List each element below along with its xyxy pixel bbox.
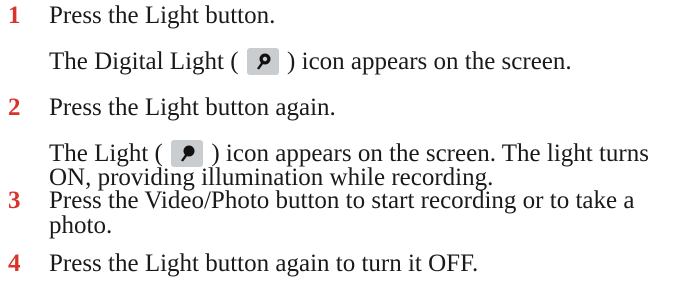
step-text: Press the Light button again.: [49, 94, 336, 121]
step-number: 4: [8, 250, 21, 277]
step-number: 2: [8, 94, 21, 121]
note-text-after: ) icon appears on the screen.: [287, 48, 572, 75]
step-text: Press the Video/Photo button to start re…: [49, 187, 635, 214]
step-note: The Digital Light ( ) icon appears on th…: [49, 47, 572, 77]
digital-light-icon: [246, 48, 279, 75]
step-number: 3: [8, 187, 21, 214]
step-text: Press the Light button.: [49, 2, 276, 29]
step-number: 1: [8, 2, 21, 29]
step-text: Press the Light button again to turn it …: [49, 250, 479, 277]
note-text-before: The Digital Light (: [49, 48, 239, 75]
step-text-continued: photo.: [49, 212, 113, 239]
